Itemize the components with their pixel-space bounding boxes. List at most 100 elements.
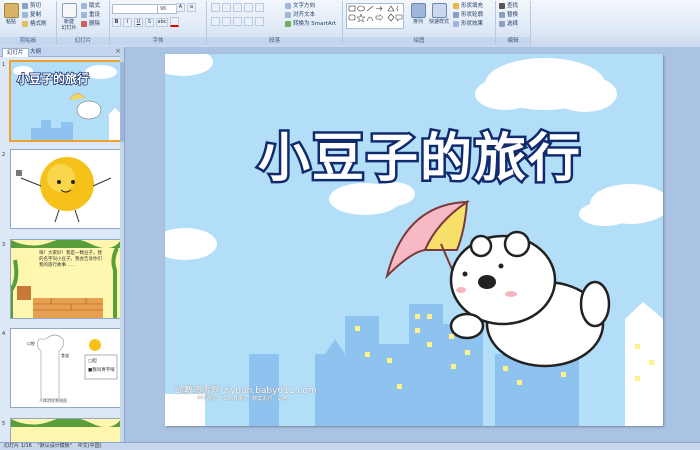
strike-button[interactable]: abc: [156, 17, 168, 27]
slide-thumbnail-4[interactable]: 口腔 食道 □胆 ■我叫胃字嗦 人体消化系统图: [10, 328, 122, 408]
font-name-field[interactable]: [112, 4, 158, 14]
grow-font-icon[interactable]: A: [176, 3, 185, 12]
slide-thumbnail-1[interactable]: 小豆子的旅行: [9, 60, 123, 142]
scrollbar-thumb[interactable]: [120, 62, 124, 142]
slides-group-label: 幻灯片: [57, 37, 109, 45]
numbering-icon[interactable]: [222, 3, 231, 12]
align-center-icon[interactable]: [222, 17, 231, 26]
slides-panel: 幻灯片 大纲 × 1 小豆子的旅行 2 3 嗨！大家好！我是一颗豆子。我的名字叫…: [0, 47, 125, 444]
reset-label: 重设: [89, 12, 101, 18]
shape-fill-label: 形状填充: [461, 3, 484, 9]
font-format-row: B I U Sabc: [112, 17, 181, 27]
tab-outline[interactable]: 大纲: [26, 48, 45, 56]
align-text-label: 对齐文本: [293, 12, 316, 18]
theme-name: "默认设计模板": [37, 443, 73, 449]
cut-button[interactable]: 剪切: [22, 2, 41, 11]
align-text-icon: [285, 11, 291, 18]
smartart-button[interactable]: 转换为 SmartArt: [285, 20, 336, 29]
quick-styles-button[interactable]: 快速样式: [428, 3, 450, 25]
font-size-field[interactable]: 96: [157, 4, 177, 14]
arrange-label: 排列: [412, 19, 423, 25]
increase-indent-icon[interactable]: [244, 3, 253, 12]
layout-button[interactable]: 版式: [81, 2, 100, 11]
slide-thumbnail-2[interactable]: [10, 149, 122, 229]
clipboard-group-label: 剪贴板: [0, 37, 56, 45]
slide-background-art: [165, 54, 663, 426]
find-label: 查找: [507, 3, 519, 9]
delete-slide-button[interactable]: 删除: [81, 20, 100, 29]
align-buttons-row: [211, 17, 266, 26]
paste-label: 粘贴: [5, 19, 16, 25]
copy-button[interactable]: 复制: [22, 11, 41, 20]
select-button[interactable]: 选择: [499, 20, 518, 29]
align-text-button[interactable]: 对齐文本: [285, 11, 315, 20]
arrange-button[interactable]: 排列: [409, 3, 427, 25]
cloud-icon: [165, 228, 217, 260]
drawing-group: 排列 快速样式 形状填充 形状轮廓 形状效果 绘图: [343, 1, 496, 45]
font-group: 96 Aa B I U Sabc 字体: [110, 1, 207, 45]
new-slide-button[interactable]: 新建 幻灯片: [59, 3, 79, 31]
shapes-gallery[interactable]: [346, 3, 404, 29]
cursor-icon: [499, 20, 505, 27]
italic-button[interactable]: I: [123, 17, 132, 27]
panel-tabs: 幻灯片 大纲 ×: [0, 47, 124, 57]
panel-scrollbar[interactable]: [120, 56, 124, 442]
paste-button[interactable]: 粘贴: [2, 3, 20, 25]
shape-fill-button[interactable]: 形状填充: [453, 2, 483, 11]
shrink-font-icon[interactable]: a: [187, 3, 196, 12]
pen-icon: [453, 11, 459, 18]
format-painter-button[interactable]: 格式刷: [22, 20, 47, 29]
thumbnail-4-box2: ■我叫胃字嗦: [88, 368, 115, 373]
binoculars-icon: [499, 2, 505, 9]
paint-bucket-icon: [453, 2, 459, 9]
current-slide[interactable]: 小豆子的旅行 幼教资源网 ziyuan.baby611.com PPT课件、FL…: [165, 54, 663, 426]
shadow-button[interactable]: S: [145, 17, 154, 27]
reset-button[interactable]: 重设: [81, 11, 100, 20]
delete-label: 删除: [89, 21, 101, 27]
reset-icon: [81, 11, 87, 18]
text-direction-button[interactable]: 文字方向: [285, 2, 315, 11]
align-left-icon[interactable]: [211, 17, 220, 26]
find-button[interactable]: 查找: [499, 2, 518, 11]
quick-styles-icon: [431, 3, 447, 18]
layout-label: 版式: [89, 3, 101, 9]
slide-number: 2: [2, 152, 6, 158]
thumbnail-4-label1: 口腔: [27, 341, 35, 346]
format-painter-label: 格式刷: [30, 21, 47, 27]
line-spacing-icon[interactable]: [255, 3, 264, 12]
ribbon: 粘贴 剪切 复制 格式刷 剪贴板 新建 幻灯片 版式 重设 删除 幻灯片 96 …: [0, 0, 700, 48]
arrange-icon: [410, 3, 426, 18]
bullets-icon[interactable]: [211, 3, 220, 12]
align-right-icon[interactable]: [233, 17, 242, 26]
copy-label: 复制: [30, 12, 42, 18]
underline-button[interactable]: U: [134, 17, 143, 27]
slide-title[interactable]: 小豆子的旅行: [215, 116, 625, 192]
slide-number: 5: [2, 421, 6, 427]
layout-icon: [81, 2, 87, 9]
copy-icon: [22, 11, 28, 18]
new-slide-icon: [61, 3, 77, 18]
brush-icon: [22, 20, 28, 27]
slide-editing-area: 小豆子的旅行 幼教资源网 ziyuan.baby611.com PPT课件、FL…: [125, 47, 700, 442]
tab-slides[interactable]: 幻灯片: [2, 48, 29, 57]
shape-effects-button[interactable]: 形状效果: [453, 20, 483, 29]
new-slide-label: 新建 幻灯片: [61, 19, 77, 31]
decrease-indent-icon[interactable]: [233, 3, 242, 12]
thumbnail-5-art: [11, 419, 121, 443]
replace-button[interactable]: 替换: [499, 11, 518, 20]
editing-group: 查找 替换 选择 编辑: [496, 1, 531, 45]
font-color-icon[interactable]: [170, 17, 179, 27]
slide-thumbnail-3[interactable]: 嗨！大家好！我是一颗豆子。我的名字叫小豆子。我会告诉你们我的旅行故事……: [10, 239, 122, 319]
justify-icon[interactable]: [244, 17, 253, 26]
thumbnail-4-caption: 人体消化系统图: [39, 398, 67, 403]
close-icon[interactable]: ×: [115, 47, 121, 56]
columns-icon[interactable]: [255, 17, 264, 26]
shape-outline-button[interactable]: 形状轮廓: [453, 11, 483, 20]
slides-group: 新建 幻灯片 版式 重设 删除 幻灯片: [57, 1, 110, 45]
font-group-label: 字体: [110, 37, 206, 45]
cloud-icon: [475, 58, 617, 112]
shape-outline-label: 形状轮廓: [461, 12, 484, 18]
slide-thumbnail-5[interactable]: [10, 418, 122, 444]
paragraph-group-label: 段落: [207, 37, 342, 45]
bold-button[interactable]: B: [112, 17, 121, 27]
